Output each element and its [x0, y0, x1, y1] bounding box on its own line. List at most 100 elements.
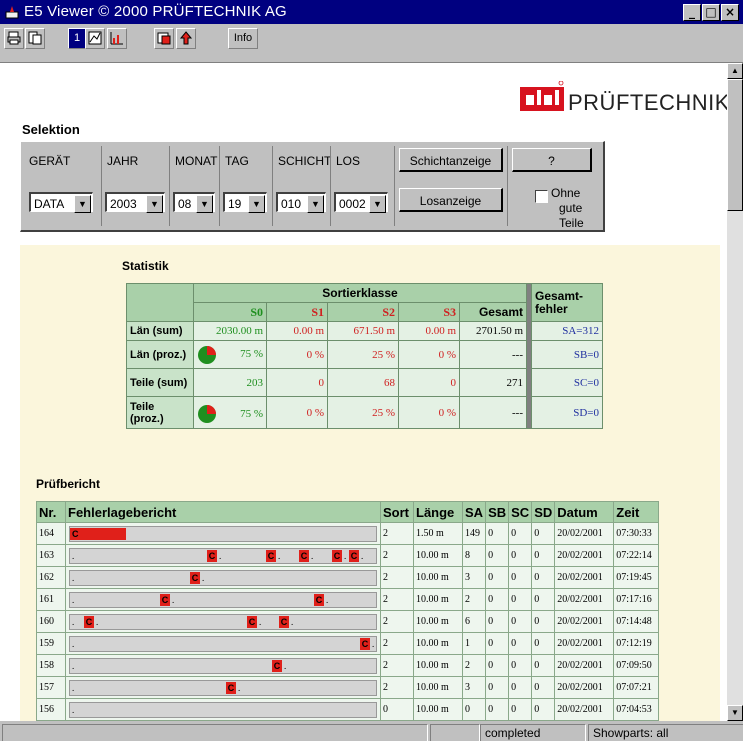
cell: 671.50 m [327, 321, 399, 341]
info-button[interactable]: Info [228, 28, 258, 49]
marker-dot: . [219, 551, 222, 561]
fehler-cell: SA=312 [531, 321, 603, 341]
minimize-button[interactable]: _ [683, 4, 701, 21]
cell-sd: 0 [531, 566, 556, 589]
geraet-select[interactable]: DATA ▼ [29, 192, 93, 213]
print-preview-icon[interactable] [25, 28, 45, 49]
divider [219, 146, 220, 226]
monat-select[interactable]: 08 ▼ [173, 192, 215, 213]
cell-datum: 20/02/2001 [554, 566, 615, 589]
chevron-down-icon[interactable]: ▼ [196, 195, 213, 213]
table-row[interactable]: 160. C. C. C. 2 10.00 m 6 0 0 0 20/02/2001 07:14:48 [36, 610, 660, 633]
up-arrow-icon[interactable] [176, 28, 196, 49]
vertical-scrollbar[interactable]: ▲ ▼ [727, 63, 743, 721]
fehlerlage-bar: .C. [69, 658, 377, 674]
marker-dot: . [96, 617, 99, 627]
chevron-down-icon[interactable]: ▼ [74, 195, 91, 213]
ohne-label-line1: Ohne [551, 186, 581, 200]
fehlerlage-bar: .C. [69, 680, 377, 696]
status-cell-main [2, 724, 428, 741]
start-dot: . [72, 551, 75, 561]
table-row[interactable]: 164 C 2 1.50 m 149 0 0 0 20/02/2001 07:30:33 [36, 522, 660, 545]
cell-sb: 0 [485, 676, 510, 699]
cell-zeit: 07:12:19 [613, 632, 660, 655]
fehlerlage-bar: . [69, 702, 377, 718]
losanzeige-button[interactable]: Losanzeige [399, 188, 503, 212]
schicht-value: 010 [281, 197, 302, 211]
marker-dot: . [284, 661, 287, 671]
row-label: Län (proz.) [126, 340, 194, 369]
table-row[interactable]: 157. C. 2 10.00 m 3 0 0 0 20/02/2001 07:07:21 [36, 676, 660, 699]
table-row[interactable]: 163. C. C. C. C. C. 2 10.00 m 8 0 0 0 20/02/2001 07:2… [36, 544, 660, 567]
fehler-marker: C [279, 616, 289, 628]
scroll-down-icon[interactable]: ▼ [727, 705, 743, 721]
pie-icon [198, 404, 216, 423]
marker-dot: . [238, 683, 241, 693]
pruftechnik-logo-icon [520, 81, 564, 111]
chevron-down-icon[interactable]: ▼ [248, 195, 265, 213]
graph-icon[interactable] [107, 28, 127, 49]
divider [507, 146, 508, 226]
cell-sd: 0 [531, 676, 556, 699]
ohne-gute-teile-checkbox[interactable] [535, 190, 548, 203]
scroll-up-icon[interactable]: ▲ [727, 63, 743, 79]
selection-panel: GERÄT JAHR MONAT TAG SCHICHT LOS DATA ▼ … [20, 141, 605, 232]
table-row[interactable]: 162. C. 2 10.00 m 3 0 0 0 20/02/2001 07:19:45 [36, 566, 660, 589]
cell-sb: 0 [485, 654, 510, 677]
ohne-gute-teile-label: Ohne gute Teile [551, 186, 603, 231]
fehlerlage-bar: .C. [69, 636, 377, 652]
fehlerlage-cell: .C.C.C.C.C. [65, 544, 381, 567]
fehler-cell: SB=0 [531, 340, 603, 369]
cell: 75 % [193, 396, 267, 429]
row-label: Län (sum) [126, 321, 194, 341]
title-bar[interactable]: E5 Viewer © 2000 PRÜFTECHNIK AG _ □ × [0, 0, 743, 24]
fehler-marker: C [349, 550, 359, 562]
maximize-button[interactable]: □ [702, 4, 720, 21]
export-icon[interactable] [154, 28, 174, 49]
scroll-thumb[interactable] [727, 79, 743, 211]
col-fehlerlagebericht: Fehlerlagebericht [65, 501, 381, 523]
status-showparts: Showparts: all [588, 724, 743, 741]
cell-sort: 2 [380, 654, 414, 677]
gesamtfehler-line1: Gesamt- [535, 288, 584, 303]
cell-zeit: 07:14:48 [613, 610, 660, 633]
los-select[interactable]: 0002 ▼ [334, 192, 388, 213]
header-los: LOS [336, 154, 361, 168]
print-icon[interactable] [4, 28, 24, 49]
schichtanzeige-button[interactable]: Schichtanzeige [399, 148, 503, 172]
col-laenge: Länge [413, 501, 463, 523]
table-row[interactable]: 161. C. C. 2 10.00 m 2 0 0 0 20/02/2001 07:17:16 [36, 588, 660, 611]
cell-nr: 156 [36, 698, 66, 721]
col-s1: S1 [266, 302, 328, 322]
cell-nr: 158 [36, 654, 66, 677]
cell-sc: 0 [508, 610, 533, 633]
sheet-number-button[interactable]: 1 [68, 28, 86, 49]
tag-select[interactable]: 19 ▼ [223, 192, 267, 213]
table-row[interactable]: 158. C. 2 10.00 m 2 0 0 0 20/02/2001 07:09:50 [36, 654, 660, 677]
jahr-select[interactable]: 2003 ▼ [105, 192, 165, 213]
divider [272, 146, 273, 226]
col-sb: SB [485, 501, 510, 523]
fehlerlage-cell: .C.C. [65, 588, 381, 611]
chevron-down-icon[interactable]: ▼ [307, 195, 324, 213]
fehlerlage-cell: .C. [65, 676, 381, 699]
cell: 75 % [193, 340, 267, 369]
empty-header [126, 283, 194, 322]
header-schicht: SCHICHT [278, 154, 332, 168]
fehler-marker: C [207, 550, 217, 562]
table-row[interactable]: 159. C. 2 10.00 m 1 0 0 0 20/02/2001 07:12:19 [36, 632, 660, 655]
chart-icon[interactable] [85, 28, 105, 49]
schicht-select[interactable]: 010 ▼ [276, 192, 326, 213]
cell-sort: 2 [380, 610, 414, 633]
cell-zeit: 07:22:14 [613, 544, 660, 567]
cell-sa: 1 [461, 632, 487, 655]
chevron-down-icon[interactable]: ▼ [146, 195, 163, 213]
fehler-marker: C [299, 550, 309, 562]
cell: 0 % [398, 396, 460, 429]
fehler-marker: C [70, 528, 126, 540]
table-row[interactable]: 156. 0 10.00 m 0 0 0 0 20/02/2001 07:04:53 [36, 698, 660, 721]
help-button[interactable]: ? [512, 148, 592, 172]
chevron-down-icon[interactable]: ▼ [369, 195, 386, 213]
close-button[interactable]: × [721, 4, 739, 21]
sortierklasse-header: Sortierklasse [193, 283, 527, 303]
